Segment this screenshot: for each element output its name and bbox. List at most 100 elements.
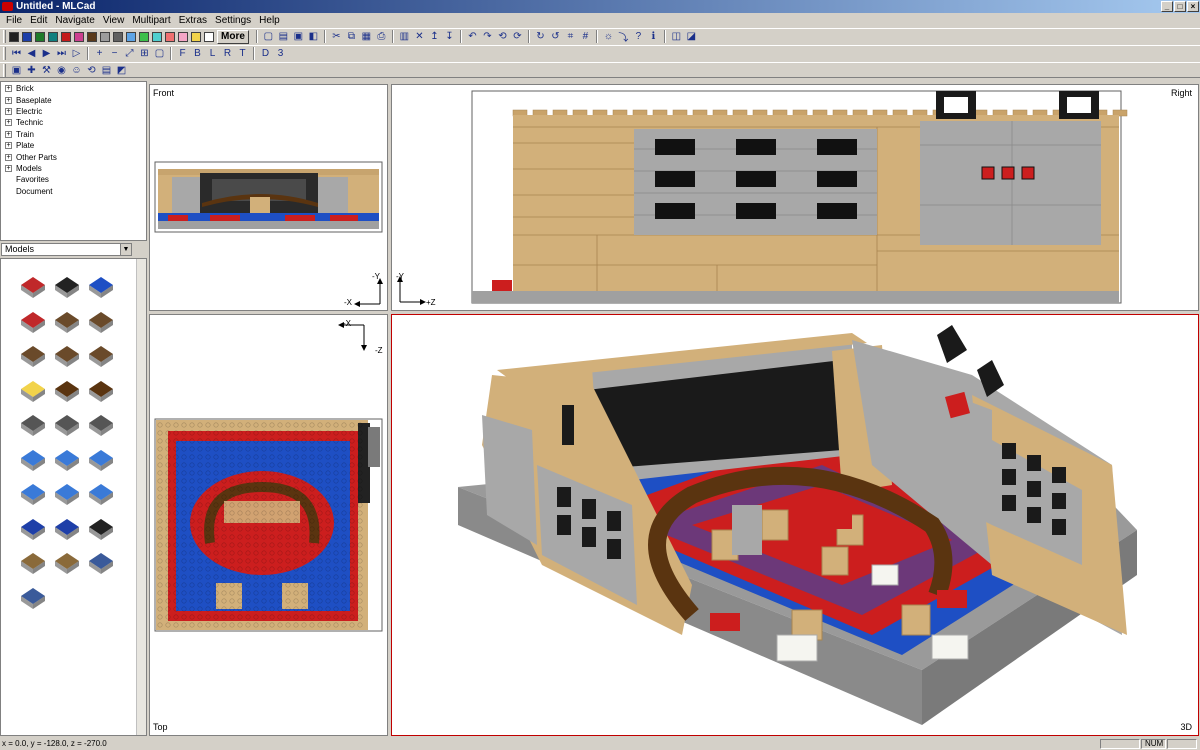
color-swatch-3[interactable]: [48, 31, 58, 42]
tree-item-document[interactable]: Document: [1, 186, 146, 197]
top-view[interactable]: Top -X -Z: [149, 314, 388, 736]
front-view[interactable]: Front -Y -X: [149, 84, 388, 311]
color-swatch-10[interactable]: [139, 31, 149, 42]
zoom-in-icon[interactable]: +: [92, 47, 107, 61]
light-icon[interactable]: ☼: [601, 30, 616, 44]
properties-icon[interactable]: ▥: [397, 30, 412, 44]
expand-icon[interactable]: +: [5, 85, 12, 93]
expand-icon[interactable]: +: [5, 107, 12, 115]
part-preview-blue-pool[interactable]: [52, 478, 82, 506]
menu-help[interactable]: Help: [255, 15, 284, 26]
chevron-down-icon[interactable]: ▼: [120, 244, 131, 255]
tree-item-technic[interactable]: + Technic: [1, 117, 146, 128]
about-icon[interactable]: ℹ: [646, 30, 661, 44]
view-left-icon[interactable]: L: [205, 47, 220, 61]
tree-item-favorites[interactable]: Favorites: [1, 174, 146, 185]
expand-icon[interactable]: +: [5, 142, 12, 150]
new-icon[interactable]: ▢: [261, 30, 276, 44]
part-preview-minifig-pirate[interactable]: [18, 375, 48, 403]
part-preview-minifig-blue[interactable]: [52, 513, 82, 541]
tree-item-models[interactable]: + Models: [1, 163, 146, 174]
view-front-icon[interactable]: F: [175, 47, 190, 61]
rotate-up-icon[interactable]: ⟲: [495, 30, 510, 44]
first-step-icon[interactable]: ⏮: [9, 47, 24, 61]
open-icon[interactable]: ▤: [276, 30, 291, 44]
color-swatch-9[interactable]: [126, 31, 136, 42]
delete-icon[interactable]: ✕: [412, 30, 427, 44]
color-swatch-4[interactable]: [61, 31, 71, 42]
part-preview-ghost-ship[interactable]: [86, 409, 116, 437]
help-icon[interactable]: ?: [631, 30, 646, 44]
camera-icon[interactable]: ⚒: [39, 63, 54, 77]
menu-extras[interactable]: Extras: [175, 15, 211, 26]
color-swatch-6[interactable]: [87, 31, 97, 42]
part-preview-computer-desk[interactable]: [86, 306, 116, 334]
expand-icon[interactable]: +: [5, 130, 12, 138]
last-step-icon[interactable]: ⏭: [54, 47, 69, 61]
save-as-icon[interactable]: ◧: [306, 30, 321, 44]
toolbar-grip[interactable]: [3, 63, 6, 77]
menu-edit[interactable]: Edit: [26, 15, 51, 26]
grid-icon[interactable]: #: [578, 30, 593, 44]
add-brick-icon[interactable]: ▣: [9, 63, 24, 77]
models-dropdown[interactable]: Models ▼: [1, 243, 132, 256]
part-preview-computer-desk[interactable]: [52, 306, 82, 334]
view-top-icon[interactable]: T: [235, 47, 250, 61]
menu-navigate[interactable]: Navigate: [51, 15, 98, 26]
view-3d[interactable]: 3D: [391, 314, 1199, 736]
tree-item-electric[interactable]: + Electric: [1, 106, 146, 117]
tree-item-other-parts[interactable]: + Other Parts: [1, 151, 146, 162]
color-swatch-8[interactable]: [113, 31, 123, 42]
right-view[interactable]: Right -Y +Z: [391, 84, 1199, 311]
part-preview-blue-pool[interactable]: [52, 444, 82, 472]
copy-icon[interactable]: ⧉: [344, 30, 359, 44]
part-preview-ghost-ship[interactable]: [52, 409, 82, 437]
part-preview-blue-baseplate[interactable]: [86, 271, 116, 299]
part-preview-minifig-blue[interactable]: [18, 513, 48, 541]
parts-scrollbar[interactable]: [136, 259, 146, 735]
part-preview-blue-pool[interactable]: [18, 444, 48, 472]
move-up-icon[interactable]: ↥: [427, 30, 442, 44]
part-preview-castle[interactable]: [86, 547, 116, 575]
ungroup-icon[interactable]: ◪: [684, 30, 699, 44]
color-swatch-5[interactable]: [74, 31, 84, 42]
view-bottom-icon[interactable]: D: [258, 47, 273, 61]
play-icon[interactable]: ▷: [69, 47, 84, 61]
zoom-out-icon[interactable]: −: [107, 47, 122, 61]
color-swatch-11[interactable]: [152, 31, 162, 42]
rotate-cw-icon[interactable]: ↻: [533, 30, 548, 44]
prev-step-icon[interactable]: ◀: [24, 47, 39, 61]
color-swatch-7[interactable]: [100, 31, 110, 42]
rotate-ccw-icon[interactable]: ↺: [548, 30, 563, 44]
paste-icon[interactable]: ▦: [359, 30, 374, 44]
save-icon[interactable]: ▣: [291, 30, 306, 44]
tree-item-plate[interactable]: + Plate: [1, 140, 146, 151]
next-step-icon[interactable]: ▶: [39, 47, 54, 61]
part-preview-black-brick[interactable]: [52, 271, 82, 299]
part-preview-blue-pool[interactable]: [86, 478, 116, 506]
view-one-icon[interactable]: ▢: [152, 47, 167, 61]
color-swatch-14[interactable]: [191, 31, 201, 42]
bend-icon[interactable]: ⤵: [616, 30, 631, 44]
zoom-fit-icon[interactable]: ⤢: [122, 47, 137, 61]
part-preview-computer-desk[interactable]: [18, 340, 48, 368]
group-icon[interactable]: ◫: [669, 30, 684, 44]
close-button[interactable]: ×: [1187, 1, 1199, 12]
view-back-icon[interactable]: B: [190, 47, 205, 61]
part-preview-minifig-red[interactable]: [18, 306, 48, 334]
part-preview-computer-desk[interactable]: [52, 340, 82, 368]
cut-icon[interactable]: ✂: [329, 30, 344, 44]
color-swatch-2[interactable]: [35, 31, 45, 42]
menu-file[interactable]: File: [2, 15, 26, 26]
part-preview-blue-pool[interactable]: [86, 444, 116, 472]
snap-icon[interactable]: ⌗: [563, 30, 578, 44]
build-icon[interactable]: ✚: [24, 63, 39, 77]
color-swatch-13[interactable]: [178, 31, 188, 42]
rotate-down-icon[interactable]: ⟳: [510, 30, 525, 44]
move-down-icon[interactable]: ↧: [442, 30, 457, 44]
color-swatch-12[interactable]: [165, 31, 175, 42]
menu-multipart[interactable]: Multipart: [128, 15, 174, 26]
expand-icon[interactable]: +: [5, 119, 12, 127]
expand-icon[interactable]: +: [5, 153, 12, 161]
color-swatch-15[interactable]: [204, 31, 214, 42]
